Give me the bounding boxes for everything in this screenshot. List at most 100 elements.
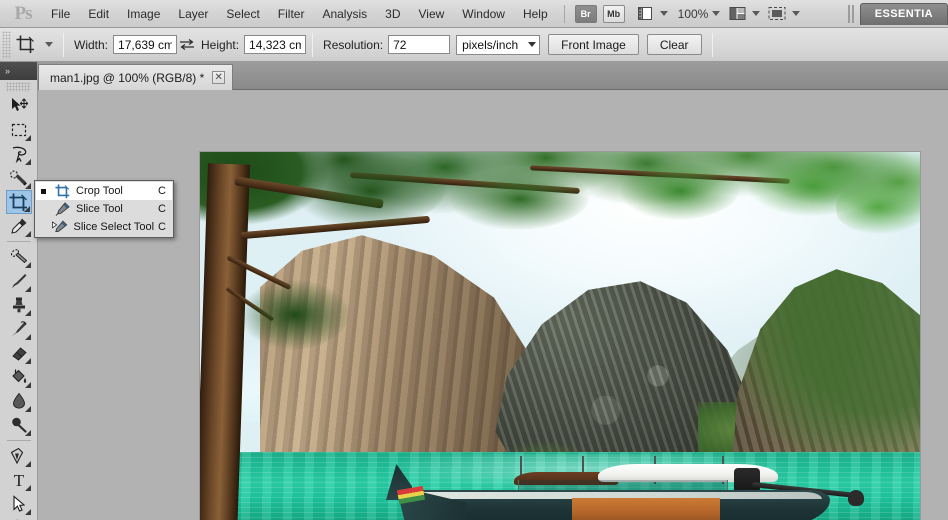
clear-button[interactable]: Clear	[646, 34, 702, 55]
flyout-indicator-icon	[24, 262, 31, 268]
menu-filter[interactable]: Filter	[269, 1, 314, 27]
options-divider-1	[63, 32, 64, 57]
flyout-indicator-icon	[24, 135, 31, 141]
menu-file[interactable]: File	[42, 1, 79, 27]
menu-bar: Ps File Edit Image Layer Select Filter A…	[0, 0, 948, 28]
tool-move[interactable]	[6, 94, 32, 118]
flyout-indicator-icon	[24, 406, 31, 412]
menu-layer[interactable]: Layer	[169, 1, 217, 27]
crop-tool-icon	[52, 183, 72, 199]
screen-mode-icon[interactable]	[766, 5, 788, 23]
menu-edit[interactable]: Edit	[79, 1, 118, 27]
tools-panel-header[interactable]: »	[0, 62, 37, 80]
crop-height-input[interactable]	[244, 35, 307, 54]
flyout-indicator-icon	[24, 310, 31, 316]
menu-analysis[interactable]: Analysis	[313, 1, 376, 27]
front-image-button[interactable]: Front Image	[548, 34, 639, 55]
menubar-divider	[563, 4, 565, 23]
flyout-shortcut-slice-tool: C	[158, 203, 166, 215]
crop-width-input[interactable]	[113, 35, 178, 54]
flyout-indicator-icon	[24, 183, 31, 189]
flyout-indicator-icon	[24, 334, 31, 340]
tool-custom-shape[interactable]	[6, 516, 32, 520]
crop-tool-icon[interactable]	[11, 31, 39, 59]
view-extras-chevron-down-icon[interactable]	[659, 11, 668, 16]
tool-eraser[interactable]	[6, 341, 32, 365]
flyout-indicator-icon	[24, 430, 31, 436]
workspace-drag-handle[interactable]	[847, 4, 854, 23]
options-bar: Width: Height: Resolution: pixels/inch F…	[0, 28, 948, 62]
tool-clone-stamp[interactable]	[6, 293, 32, 317]
resolution-unit-value: pixels/inch	[462, 37, 519, 52]
tool-rectangular-marquee[interactable]	[6, 118, 32, 142]
zoom-chevron-down-icon[interactable]	[712, 11, 721, 16]
view-extras-icon[interactable]	[634, 5, 656, 23]
photoshop-logo: Ps	[14, 2, 33, 24]
menu-view[interactable]: View	[409, 1, 453, 27]
close-icon[interactable]: ✕	[212, 71, 226, 84]
tools-list: T	[0, 94, 37, 520]
tool-blur[interactable]	[6, 389, 32, 413]
tool-preset-chevron-down-icon[interactable]	[45, 42, 53, 47]
resolution-unit-chevron-down-icon	[528, 42, 537, 47]
arrange-chevron-down-icon[interactable]	[752, 11, 761, 16]
crop-resolution-input[interactable]	[388, 35, 451, 54]
tool-horizontal-type[interactable]: T	[6, 468, 32, 492]
menu-window[interactable]: Window	[453, 1, 514, 27]
document-image[interactable]	[200, 152, 920, 520]
flyout-indicator-icon	[24, 159, 31, 165]
options-divider-3	[711, 32, 713, 57]
image-longtail-boat	[386, 452, 864, 520]
tool-eyedropper[interactable]	[6, 214, 32, 238]
canvas-area[interactable]	[38, 90, 948, 520]
launch-mini-bridge-button[interactable]: Mb	[602, 4, 625, 23]
menu-select[interactable]: Select	[217, 1, 268, 27]
flyout-indicator-icon	[24, 382, 31, 388]
tool-history-brush[interactable]	[6, 317, 32, 341]
flyout-label-slice-select-tool: Slice Select Tool	[73, 221, 155, 233]
tool-paint-bucket[interactable]	[6, 365, 32, 389]
tools-divider-2	[6, 440, 31, 441]
collapse-panel-icon[interactable]: »	[5, 66, 10, 76]
workspace-tab-essentials[interactable]: ESSENTIA	[859, 2, 948, 25]
tool-dodge[interactable]	[6, 413, 32, 437]
tool-crop[interactable]	[5, 190, 32, 214]
flyout-item-crop-tool[interactable]: Crop Tool C	[36, 182, 172, 200]
flyout-item-slice-select-tool[interactable]: Slice Select Tool C	[36, 218, 172, 236]
flyout-indicator-icon	[23, 206, 30, 212]
tools-panel-drag-handle[interactable]	[6, 82, 31, 92]
selected-indicator-icon	[38, 188, 48, 194]
flyout-indicator-icon	[24, 485, 31, 491]
tool-pen[interactable]	[6, 444, 32, 468]
flyout-label-crop-tool: Crop Tool	[76, 185, 123, 197]
boat-side-panel	[572, 498, 720, 520]
tool-brush[interactable]	[6, 269, 32, 293]
flyout-indicator-icon	[24, 231, 31, 237]
launch-bridge-button[interactable]: Br	[574, 4, 597, 23]
tool-path-selection[interactable]	[6, 492, 32, 516]
screen-mode-chevron-down-icon[interactable]	[792, 11, 801, 16]
swap-width-height-icon[interactable]	[177, 38, 197, 51]
tool-lasso[interactable]	[6, 142, 32, 166]
zoom-level-label: 100%	[677, 6, 709, 21]
flyout-label-slice-tool: Slice Tool	[76, 203, 123, 215]
flyout-indicator-icon	[24, 358, 31, 364]
width-label: Width:	[74, 37, 109, 52]
tool-spot-healing-brush[interactable]	[6, 245, 32, 269]
resolution-unit-select[interactable]: pixels/inch	[456, 34, 541, 55]
flyout-item-slice-tool[interactable]: Slice Tool C	[36, 200, 172, 218]
flyout-indicator-icon	[24, 286, 31, 292]
flyout-shortcut-crop-tool: C	[158, 185, 166, 197]
menu-image[interactable]: Image	[118, 1, 169, 27]
crop-tool-flyout-menu[interactable]: Crop Tool C Slice Tool C Slice Select To…	[34, 180, 174, 238]
options-bar-drag-handle[interactable]	[2, 30, 11, 59]
tool-quick-selection[interactable]	[6, 166, 32, 190]
document-tab[interactable]: man1.jpg @ 100% (RGB/8) * ✕	[38, 64, 234, 90]
flyout-indicator-icon	[24, 461, 31, 467]
document-tab-title: man1.jpg @ 100% (RGB/8) *	[50, 70, 205, 85]
menu-help[interactable]: Help	[514, 1, 557, 27]
menu-3d[interactable]: 3D	[376, 1, 409, 27]
slice-select-tool-icon	[51, 219, 69, 235]
flyout-indicator-icon	[24, 509, 31, 515]
arrange-documents-icon[interactable]	[726, 5, 748, 23]
